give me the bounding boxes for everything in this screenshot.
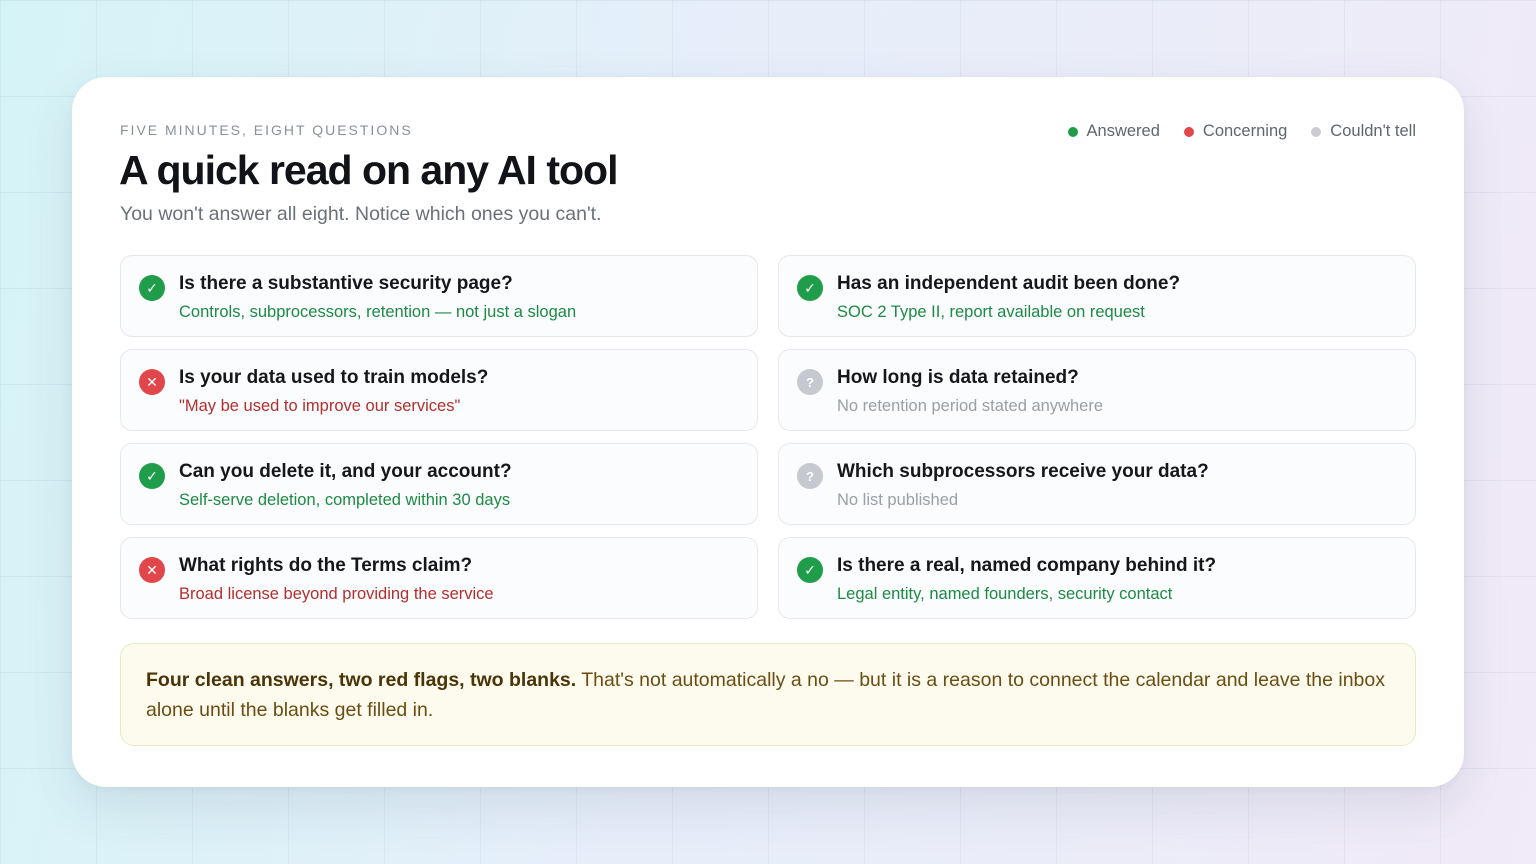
question-card: ✕ Is your data used to train models? "Ma… <box>120 349 758 431</box>
question-title: Which subprocessors receive your data? <box>837 461 1209 482</box>
question-detail: Self-serve deletion, completed within 30… <box>179 491 511 509</box>
question-detail: No retention period stated anywhere <box>837 397 1103 415</box>
legend-item-concerning: Concerning <box>1183 122 1288 141</box>
question-card: ? How long is data retained? No retentio… <box>778 349 1416 431</box>
question-title: Is there a substantive security page? <box>179 273 513 294</box>
legend-item-couldnt-tell: Couldn't tell <box>1311 122 1416 141</box>
question-title: How long is data retained? <box>837 367 1079 388</box>
summary-callout: Four clean answers, two red flags, two b… <box>120 643 1416 746</box>
gray-dot-icon <box>1311 126 1322 137</box>
question-title: What rights do the Terms claim? <box>179 555 473 576</box>
legend-label: Answered <box>1086 122 1160 140</box>
check-icon: ✓ <box>797 275 823 301</box>
question-card: ✓ Can you delete it, and your account? S… <box>120 443 758 525</box>
legend-label: Concerning <box>1202 122 1288 140</box>
page-title: A quick read on any AI tool <box>119 147 618 193</box>
legend-item-answered: Answered <box>1067 122 1160 141</box>
red-dot-icon <box>1183 126 1194 137</box>
question-title: Is your data used to train models? <box>179 367 489 388</box>
page-subtitle: You won't answer all eight. Notice which… <box>120 203 602 225</box>
summary-bold: Four clean answers, two red flags, two b… <box>146 669 577 691</box>
question-detail: Controls, subprocessors, retention — not… <box>179 303 577 321</box>
question-grid: ✓ Is there a substantive security page? … <box>120 255 1416 619</box>
green-dot-icon <box>1067 126 1078 137</box>
question-card: ? Which subprocessors receive your data?… <box>778 443 1416 525</box>
legend: Answered Concerning Couldn't tell <box>1067 122 1416 141</box>
checklist-card: FIVE MINUTES, EIGHT QUESTIONS A quick re… <box>72 77 1464 787</box>
legend-label: Couldn't tell <box>1330 122 1416 140</box>
question-detail: SOC 2 Type II, report available on reque… <box>837 303 1145 321</box>
question-title: Has an independent audit been done? <box>837 273 1181 294</box>
question-icon: ? <box>797 463 823 489</box>
question-detail: No list published <box>837 491 959 509</box>
question-card: ✓ Has an independent audit been done? SO… <box>778 255 1416 337</box>
check-icon: ✓ <box>139 275 165 301</box>
check-icon: ✓ <box>139 463 165 489</box>
question-card: ✓ Is there a real, named company behind … <box>778 537 1416 619</box>
question-title: Can you delete it, and your account? <box>179 461 512 482</box>
question-card: ✓ Is there a substantive security page? … <box>120 255 758 337</box>
x-icon: ✕ <box>139 557 165 583</box>
eyebrow: FIVE MINUTES, EIGHT QUESTIONS <box>120 122 413 138</box>
question-icon: ? <box>797 369 823 395</box>
x-icon: ✕ <box>139 369 165 395</box>
question-detail: Broad license beyond providing the servi… <box>179 585 494 603</box>
question-card: ✕ What rights do the Terms claim? Broad … <box>120 537 758 619</box>
question-detail: Legal entity, named founders, security c… <box>837 585 1173 603</box>
check-icon: ✓ <box>797 557 823 583</box>
question-title: Is there a real, named company behind it… <box>837 555 1217 576</box>
question-detail: "May be used to improve our services" <box>179 397 461 415</box>
